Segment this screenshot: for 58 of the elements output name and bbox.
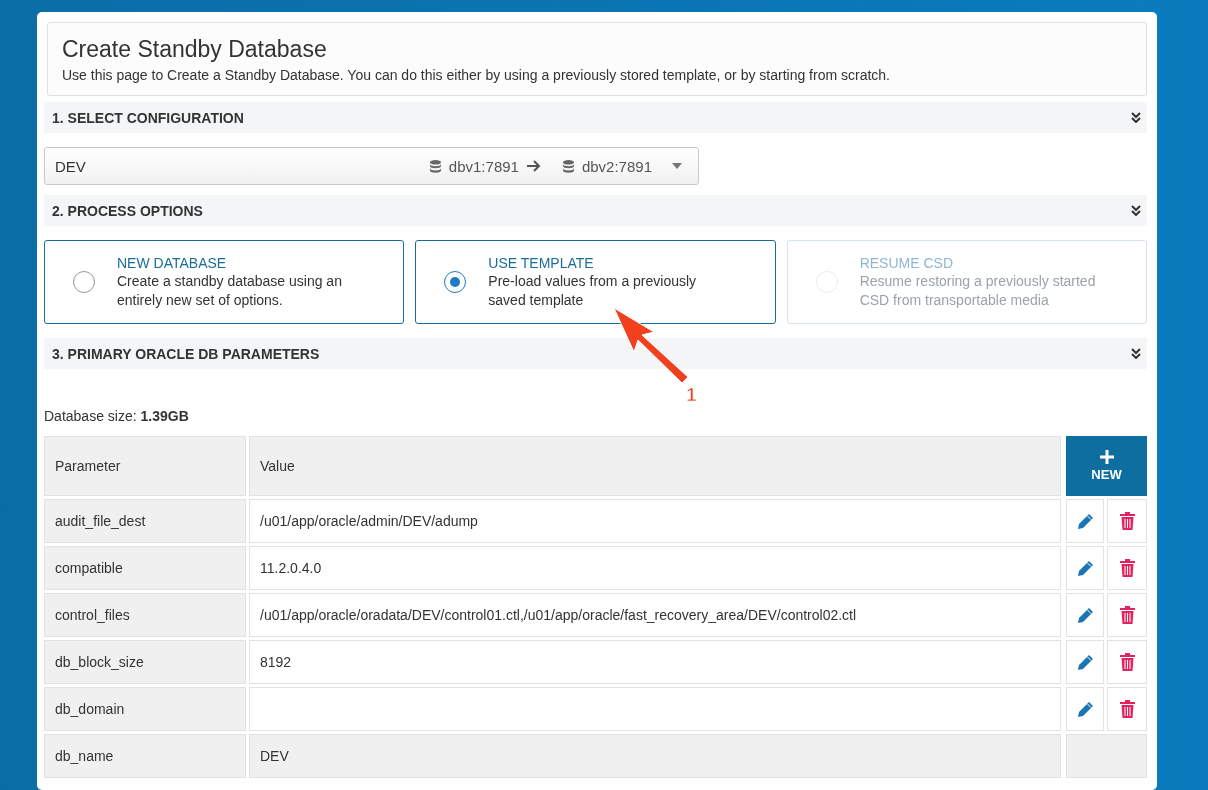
trash-icon: [1119, 512, 1135, 530]
trash-icon: [1119, 606, 1135, 624]
annotation-number: 1: [686, 384, 697, 405]
section-title: 1. SELECT CONFIGURATION: [52, 109, 244, 126]
delete-button[interactable]: [1107, 546, 1147, 590]
pencil-icon: [1076, 512, 1094, 530]
parameter-cell: audit_file_dest: [44, 499, 246, 543]
parameter-cell: db_name: [44, 734, 246, 778]
page-title: Create Standby Database: [62, 36, 328, 63]
value-cell: 11.2.0.4.0: [249, 546, 1061, 590]
database-icon: [562, 159, 574, 173]
parameter-cell: db_domain: [44, 687, 246, 731]
value-cell: 8192: [249, 640, 1061, 684]
edit-button[interactable]: [1066, 687, 1104, 731]
trash-icon: [1119, 559, 1135, 577]
option-description: Create a standby database using an entirely new set of options.: [117, 272, 343, 310]
section-title: 2. PROCESS OPTIONS: [52, 202, 203, 219]
parameter-cell: compatible: [44, 546, 246, 590]
edit-button[interactable]: [1066, 546, 1104, 590]
database-size-text: Database size: 1.39GB: [44, 408, 190, 424]
parameter-cell: db_block_size: [44, 640, 246, 684]
delete-button[interactable]: [1107, 640, 1147, 684]
database-icon: [429, 159, 441, 173]
page-description: Use this page to Create a Standby Database. You can do this either by using a previously stored template, or by starting from scratch.: [62, 67, 891, 83]
edit-button[interactable]: [1066, 593, 1104, 637]
radio-button[interactable]: [444, 271, 467, 293]
double-chevron-icon[interactable]: [1131, 348, 1141, 359]
new-button[interactable]: NEW: [1066, 436, 1147, 496]
plus-icon: [1099, 450, 1114, 464]
value-cell: /u01/app/oracle/oradata/DEV/control01.ctl,/u01/app/oracle/fast_recovery_area/DEV/control02.ctl: [249, 593, 1061, 637]
radio-button[interactable]: [73, 271, 95, 293]
value-cell: DEV: [249, 734, 1061, 778]
option-title: NEW DATABASE: [117, 254, 228, 272]
delete-button[interactable]: [1107, 499, 1147, 543]
trash-icon: [1119, 700, 1135, 718]
configuration-dropdown[interactable]: DEV dbv1:7891 dbv2:7891: [44, 147, 699, 185]
column-header: Parameter: [44, 436, 246, 496]
pencil-icon: [1076, 653, 1094, 671]
delete-button[interactable]: [1107, 687, 1147, 731]
pencil-icon: [1076, 700, 1094, 718]
option-title: USE TEMPLATE: [488, 254, 595, 272]
double-chevron-icon[interactable]: [1131, 205, 1141, 216]
trash-icon: [1119, 653, 1135, 671]
pencil-icon: [1076, 606, 1094, 624]
column-header: Value: [249, 436, 1061, 496]
caret-icon: [672, 163, 682, 169]
right-arrow-icon: [526, 160, 541, 172]
section-title: 3. PRIMARY ORACLE DB PARAMETERS: [52, 345, 320, 362]
option-description: Pre-load values from a previously saved template: [488, 272, 698, 310]
pencil-icon: [1076, 559, 1094, 577]
value-cell: /u01/app/oracle/admin/DEV/adump: [249, 499, 1061, 543]
edit-button[interactable]: [1066, 499, 1104, 543]
option-title: RESUME CSD: [859, 254, 954, 272]
delete-button[interactable]: [1107, 593, 1147, 637]
double-chevron-icon[interactable]: [1131, 112, 1141, 123]
edit-button[interactable]: [1066, 640, 1104, 684]
option-description: Resume restoring a previously started CSD from transportable media: [859, 272, 1097, 310]
parameter-cell: control_files: [44, 593, 246, 637]
